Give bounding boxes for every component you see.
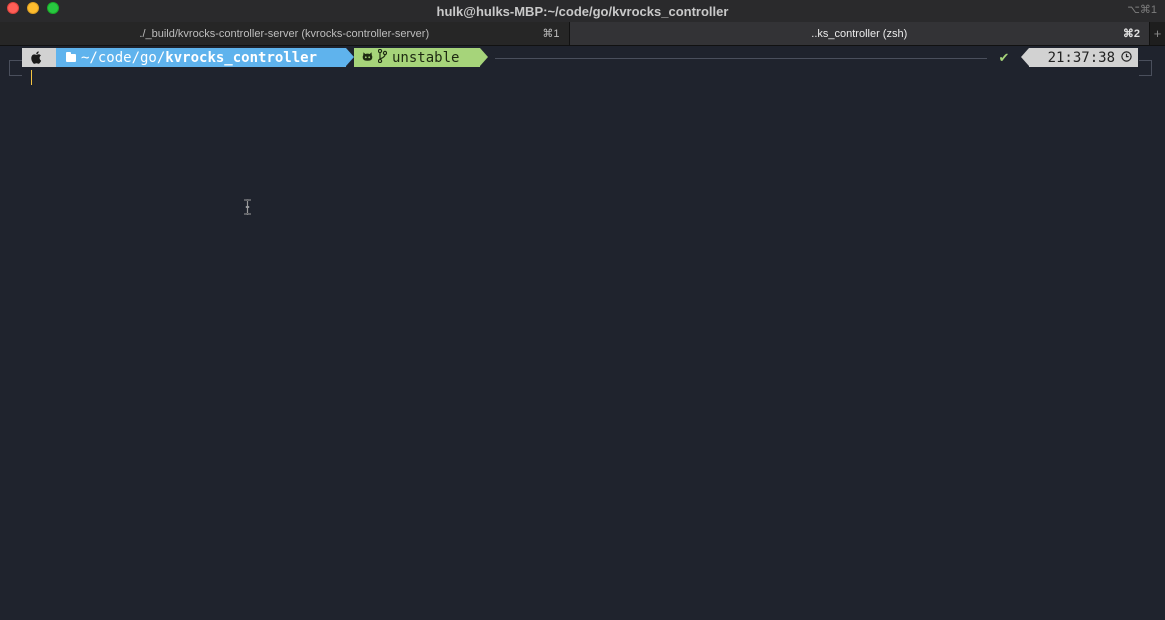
window-title: hulk@hulks-MBP:~/code/go/kvrocks_control… (436, 3, 729, 19)
tab-bar: ./_build/kvrocks-controller-server (kvro… (0, 22, 1165, 46)
segment-separator (346, 48, 354, 66)
clock-icon (1121, 50, 1132, 65)
tab-server[interactable]: ./_build/kvrocks-controller-server (kvro… (0, 22, 570, 45)
prompt-frame-left (9, 60, 22, 76)
terminal-window: hulk@hulks-MBP:~/code/go/kvrocks_control… (0, 0, 1165, 620)
git-branch-icon (377, 48, 388, 67)
tab-shortcut: ⌘1 (542, 28, 560, 40)
prompt-git-segment: unstable (354, 48, 480, 67)
tab-label: ..ks_controller (zsh) (811, 27, 908, 40)
status-check-icon: ✔ (998, 49, 1010, 65)
prompt-filler-line (495, 58, 987, 59)
prompt-status-segment: ✔ (987, 48, 1021, 67)
tab-label: ./_build/kvrocks-controller-server (kvro… (139, 27, 430, 40)
tab-zsh[interactable]: ..ks_controller (zsh) ⌘2 (569, 22, 1150, 45)
text-cursor-icon (243, 199, 252, 220)
prompt-time-segment: 21:37:38 (1029, 48, 1138, 67)
prompt-time: 21:37:38 (1047, 49, 1115, 66)
segment-separator (480, 48, 488, 66)
segment-separator (1021, 48, 1029, 66)
directory-leaf: kvrocks_controller (165, 49, 318, 66)
prompt-frame-right (1139, 60, 1152, 76)
maximize-window-button[interactable] (47, 2, 59, 14)
branch-name: unstable (392, 49, 460, 66)
window-controls (7, 2, 59, 14)
close-window-button[interactable] (7, 2, 19, 14)
terminal-cursor[interactable] (31, 70, 32, 85)
new-tab-button[interactable]: + (1149, 22, 1165, 45)
directory-base: ~/code/go/ (81, 49, 166, 66)
minimize-window-button[interactable] (27, 2, 39, 14)
tab-shortcut: ⌘2 (1122, 28, 1141, 40)
folder-icon (66, 51, 76, 62)
github-icon (362, 50, 373, 66)
window-shortcut: ⌥⌘1 (1127, 4, 1157, 16)
title-bar: hulk@hulks-MBP:~/code/go/kvrocks_control… (0, 0, 1165, 22)
prompt-os-segment (22, 48, 58, 67)
apple-icon (30, 51, 42, 64)
prompt-directory-segment: ~/code/go/kvrocks_controller (56, 48, 346, 67)
